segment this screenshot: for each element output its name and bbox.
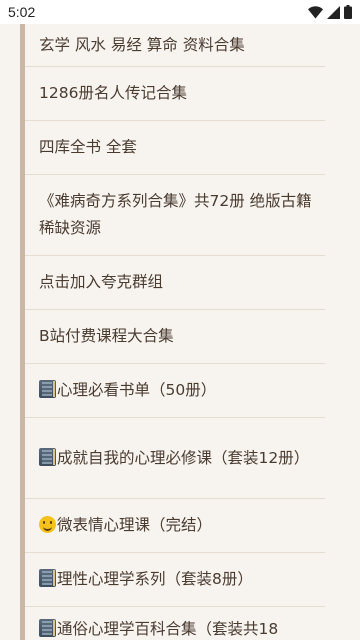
list-item-label: 心理必看书单（50册）	[57, 381, 217, 399]
list-item-label: 理性心理学系列（套装8册）	[57, 570, 253, 588]
resource-list: 玄学 风水 易经 算命 资料合集 1286册名人传记合集 四库全书 全套 《难病…	[25, 24, 325, 640]
status-icons	[308, 5, 352, 19]
list-item-label: 成就自我的心理必修课（套装12册）	[57, 448, 310, 467]
battery-icon	[344, 5, 352, 19]
list-item-label: 四库全书 全套	[39, 138, 137, 156]
list-item[interactable]: 成就自我的心理必修课（套装12册）	[25, 418, 325, 499]
list-item-label: 1286册名人传记合集	[39, 84, 187, 102]
list-item-label: 《难病奇方系列合集》共72册 绝版古籍 稀缺资源	[39, 192, 312, 237]
book-icon	[39, 447, 56, 466]
book-icon	[39, 569, 56, 587]
list-item[interactable]: B站付费课程大合集	[25, 310, 325, 364]
list-item[interactable]: 点击加入夸克群组	[25, 256, 325, 310]
content-area: 玄学 风水 易经 算命 资料合集 1286册名人传记合集 四库全书 全套 《难病…	[0, 24, 360, 640]
list-item[interactable]: 通俗心理学百科合集（套装共18	[25, 607, 325, 640]
smile-icon	[39, 516, 56, 533]
list-item[interactable]: 四库全书 全套	[25, 121, 325, 175]
screen: 5:02 玄学 风水 易经 算命 资料合集 1286册名人传记合集 四库全书 全…	[0, 0, 360, 640]
signal-icon	[327, 5, 340, 19]
list-item-label: 通俗心理学百科合集（套装共18	[57, 620, 279, 638]
list-item-label: 玄学 风水 易经 算命 资料合集	[39, 35, 245, 54]
list-item[interactable]: 1286册名人传记合集	[25, 67, 325, 121]
list-item-label: B站付费课程大合集	[39, 327, 174, 345]
list-item[interactable]: 心理必看书单（50册）	[25, 364, 325, 418]
status-time: 5:02	[8, 4, 36, 20]
wifi-icon	[308, 5, 323, 19]
list-item[interactable]: 《难病奇方系列合集》共72册 绝版古籍 稀缺资源	[25, 175, 325, 256]
list-item[interactable]: 理性心理学系列（套装8册）	[25, 553, 325, 607]
list-item-label: 点击加入夸克群组	[39, 273, 164, 291]
book-icon	[39, 619, 56, 637]
list-item[interactable]: 玄学 风水 易经 算命 资料合集	[25, 24, 325, 67]
list-item-label: 微表情心理课（完结）	[57, 516, 213, 534]
list-item[interactable]: 微表情心理课（完结）	[25, 499, 325, 553]
status-bar: 5:02	[0, 0, 360, 24]
book-icon	[39, 380, 56, 398]
